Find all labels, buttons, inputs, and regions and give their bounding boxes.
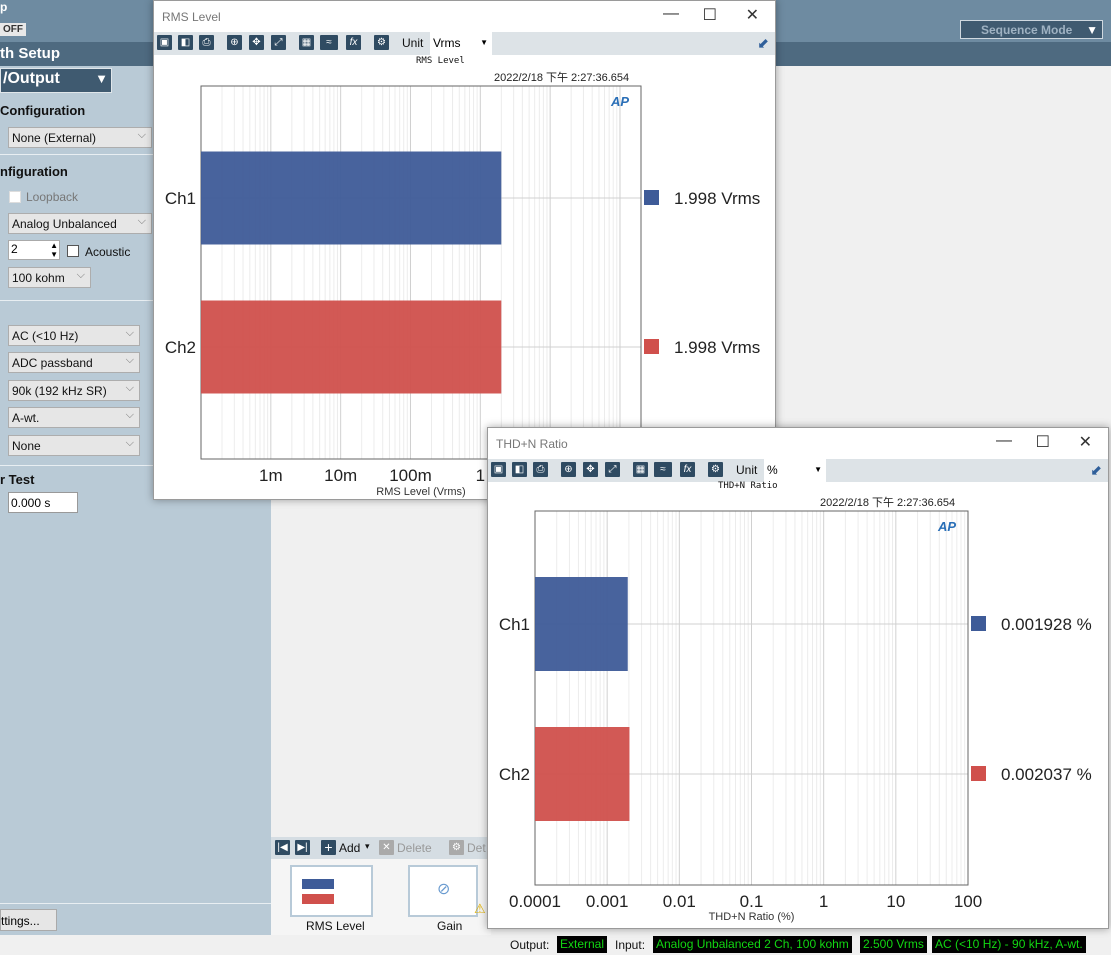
add-button[interactable]: Add	[339, 841, 360, 855]
connector-select[interactable]: Analog Unbalanced	[8, 213, 152, 234]
impedance-select[interactable]: 100 kohm	[8, 267, 91, 288]
grid	[534, 511, 968, 885]
chevron-down-icon[interactable]: ▾	[365, 841, 370, 852]
delete-button[interactable]: Delete	[397, 841, 432, 855]
sequence-thumbnails: RMS Level ⊘ ⚠ Gain	[271, 859, 491, 935]
channels-stepper[interactable]: 2 ▲ ▼	[8, 240, 60, 260]
sequence-toolbar: |◀ ▶| + Add ▾ ✕ Delete ⚙ Det	[271, 837, 491, 859]
warning-icon: ⚠	[474, 901, 486, 916]
sequence-mode-label: Sequence Mode	[981, 23, 1073, 37]
bandwidth-select[interactable]: 90k (192 kHz SR)	[8, 380, 140, 401]
timestamp: 2022/2/18 下午 2:27:36.654	[494, 72, 630, 84]
value-label: 0.001928 %	[1001, 615, 1092, 634]
add-icon[interactable]: +	[321, 840, 336, 855]
grid	[200, 86, 642, 459]
settings-button[interactable]: ttings...	[0, 909, 57, 931]
input-config-title: nfiguration	[0, 164, 68, 179]
thumb-label: RMS Level	[306, 919, 365, 933]
bar-ch2	[535, 727, 630, 821]
filter-status: AC (<10 Hz) - 90 kHz, A-wt.	[932, 936, 1086, 953]
status-bar: Output: External Input: Analog Unbalance…	[0, 935, 1111, 955]
value-label: 1.998 Vrms	[674, 338, 760, 357]
x-axis-label: RMS Level (Vrms)	[376, 486, 465, 498]
io-select-label: /Output	[3, 70, 60, 87]
no-data-icon: ⊘	[437, 881, 451, 898]
thumb-gain[interactable]: ⊘ ⚠	[408, 865, 486, 917]
thdn-ratio-window: THD+N Ratio — ☐ ✕ ▣ ◧ ⎙ ⊕ ✥ ⤢ ▦ ≈ fx ⚙ U…	[487, 427, 1109, 929]
x-tick-label: 0.001	[586, 892, 629, 911]
x-tick-label: 0.1	[740, 892, 764, 911]
sequence-mode-dropdown[interactable]: Sequence Mode ▼	[960, 20, 1103, 39]
thumb-bar	[302, 879, 334, 889]
chevron-down-icon: ▼	[95, 71, 108, 86]
x-tick-label: 1m	[259, 466, 283, 485]
filter-select[interactable]: None	[8, 435, 140, 456]
acoustic-label: Acoustic	[85, 245, 131, 259]
chart-title: RMS Level	[416, 56, 465, 66]
legend-swatch	[644, 190, 659, 205]
value-label: 0.002037 %	[1001, 765, 1092, 784]
x-tick-label: 1	[819, 892, 828, 911]
x-tick-label: 1	[476, 466, 485, 485]
delete-icon: ✕	[379, 840, 394, 855]
path-setup-title: th Setup	[0, 45, 60, 62]
details-button[interactable]: Det	[467, 841, 486, 855]
x-tick-label: 100m	[389, 466, 432, 485]
delay-input[interactable]: 0.000 s	[8, 492, 78, 513]
output-toggle[interactable]: OFF	[0, 23, 26, 36]
gear-icon: ⚙	[449, 840, 464, 855]
io-select[interactable]: /Output ▼	[0, 68, 112, 93]
coupling-select[interactable]: AC (<10 Hz)	[8, 325, 140, 346]
legend-swatch	[644, 339, 659, 354]
lowpass-select[interactable]: ADC passband	[8, 352, 140, 373]
bar-ch1	[201, 151, 502, 245]
bar-ch1	[535, 577, 628, 671]
bar-chart: AP Ch1 0.001928 % Ch2 0.002037 % 0.0001 0.001 0…	[499, 510, 1092, 923]
divider	[0, 903, 271, 904]
bar-chart: AP Ch1 1.998 Vrms Ch2 1.998 Vrms 1m 10m 100m 1 RM…	[165, 85, 760, 498]
ap-logo: AP	[610, 94, 629, 109]
acoustic-checkbox[interactable]	[67, 245, 79, 257]
x-tick-label: 100	[954, 892, 982, 911]
spinner-icon[interactable]: ▲ ▼	[50, 241, 58, 259]
category-label: Ch2	[499, 765, 530, 784]
thumb-rms-level[interactable]	[290, 865, 373, 917]
weighting-select[interactable]: A-wt.	[8, 407, 140, 428]
input-status: Analog Unbalanced 2 Ch, 100 kohm	[653, 936, 852, 953]
legend-swatch	[971, 766, 986, 781]
category-label: Ch1	[165, 189, 196, 208]
category-label: Ch1	[499, 615, 530, 634]
thumb-label: Gain	[437, 919, 463, 933]
range-status: 2.500 Vrms	[860, 936, 927, 953]
category-label: Ch2	[165, 338, 196, 357]
trigger-title: r Test	[0, 472, 35, 487]
last-icon[interactable]: ▶|	[295, 840, 310, 855]
rms-level-window: RMS Level — ☐ ✕ ▣ ◧ ⎙ ⊕ ✥ ⤢ ▦ ≈ fx ⚙ Uni…	[153, 0, 776, 500]
loopback-label: Loopback	[26, 190, 79, 204]
legend-swatch	[971, 616, 986, 631]
plot-area	[200, 85, 642, 460]
output-status: External	[557, 936, 608, 953]
x-tick-label: 0.0001	[509, 892, 561, 911]
top-label: p	[0, 0, 8, 14]
x-axis-label: THD+N Ratio (%)	[709, 911, 795, 923]
value-label: 1.998 Vrms	[674, 189, 760, 208]
x-tick-label: 0.01	[663, 892, 696, 911]
output-config-title: Configuration	[0, 103, 86, 118]
bar-ch2	[201, 300, 502, 394]
x-tick-label: 10m	[324, 466, 357, 485]
channels-value: 2	[11, 242, 18, 256]
timestamp: 2022/2/18 下午 2:27:36.654	[820, 497, 956, 509]
chevron-down-icon: ▼	[1086, 23, 1098, 37]
output-label: Output:	[510, 938, 550, 952]
input-label: Input:	[615, 938, 646, 952]
first-icon[interactable]: |◀	[275, 840, 290, 855]
x-tick-label: 10	[886, 892, 905, 911]
chart-title: THD+N Ratio	[718, 481, 778, 491]
ap-logo: AP	[937, 519, 956, 534]
thumb-bar	[302, 894, 334, 904]
loopback-checkbox[interactable]	[9, 191, 21, 203]
output-config-select[interactable]: None (External)	[8, 127, 152, 148]
